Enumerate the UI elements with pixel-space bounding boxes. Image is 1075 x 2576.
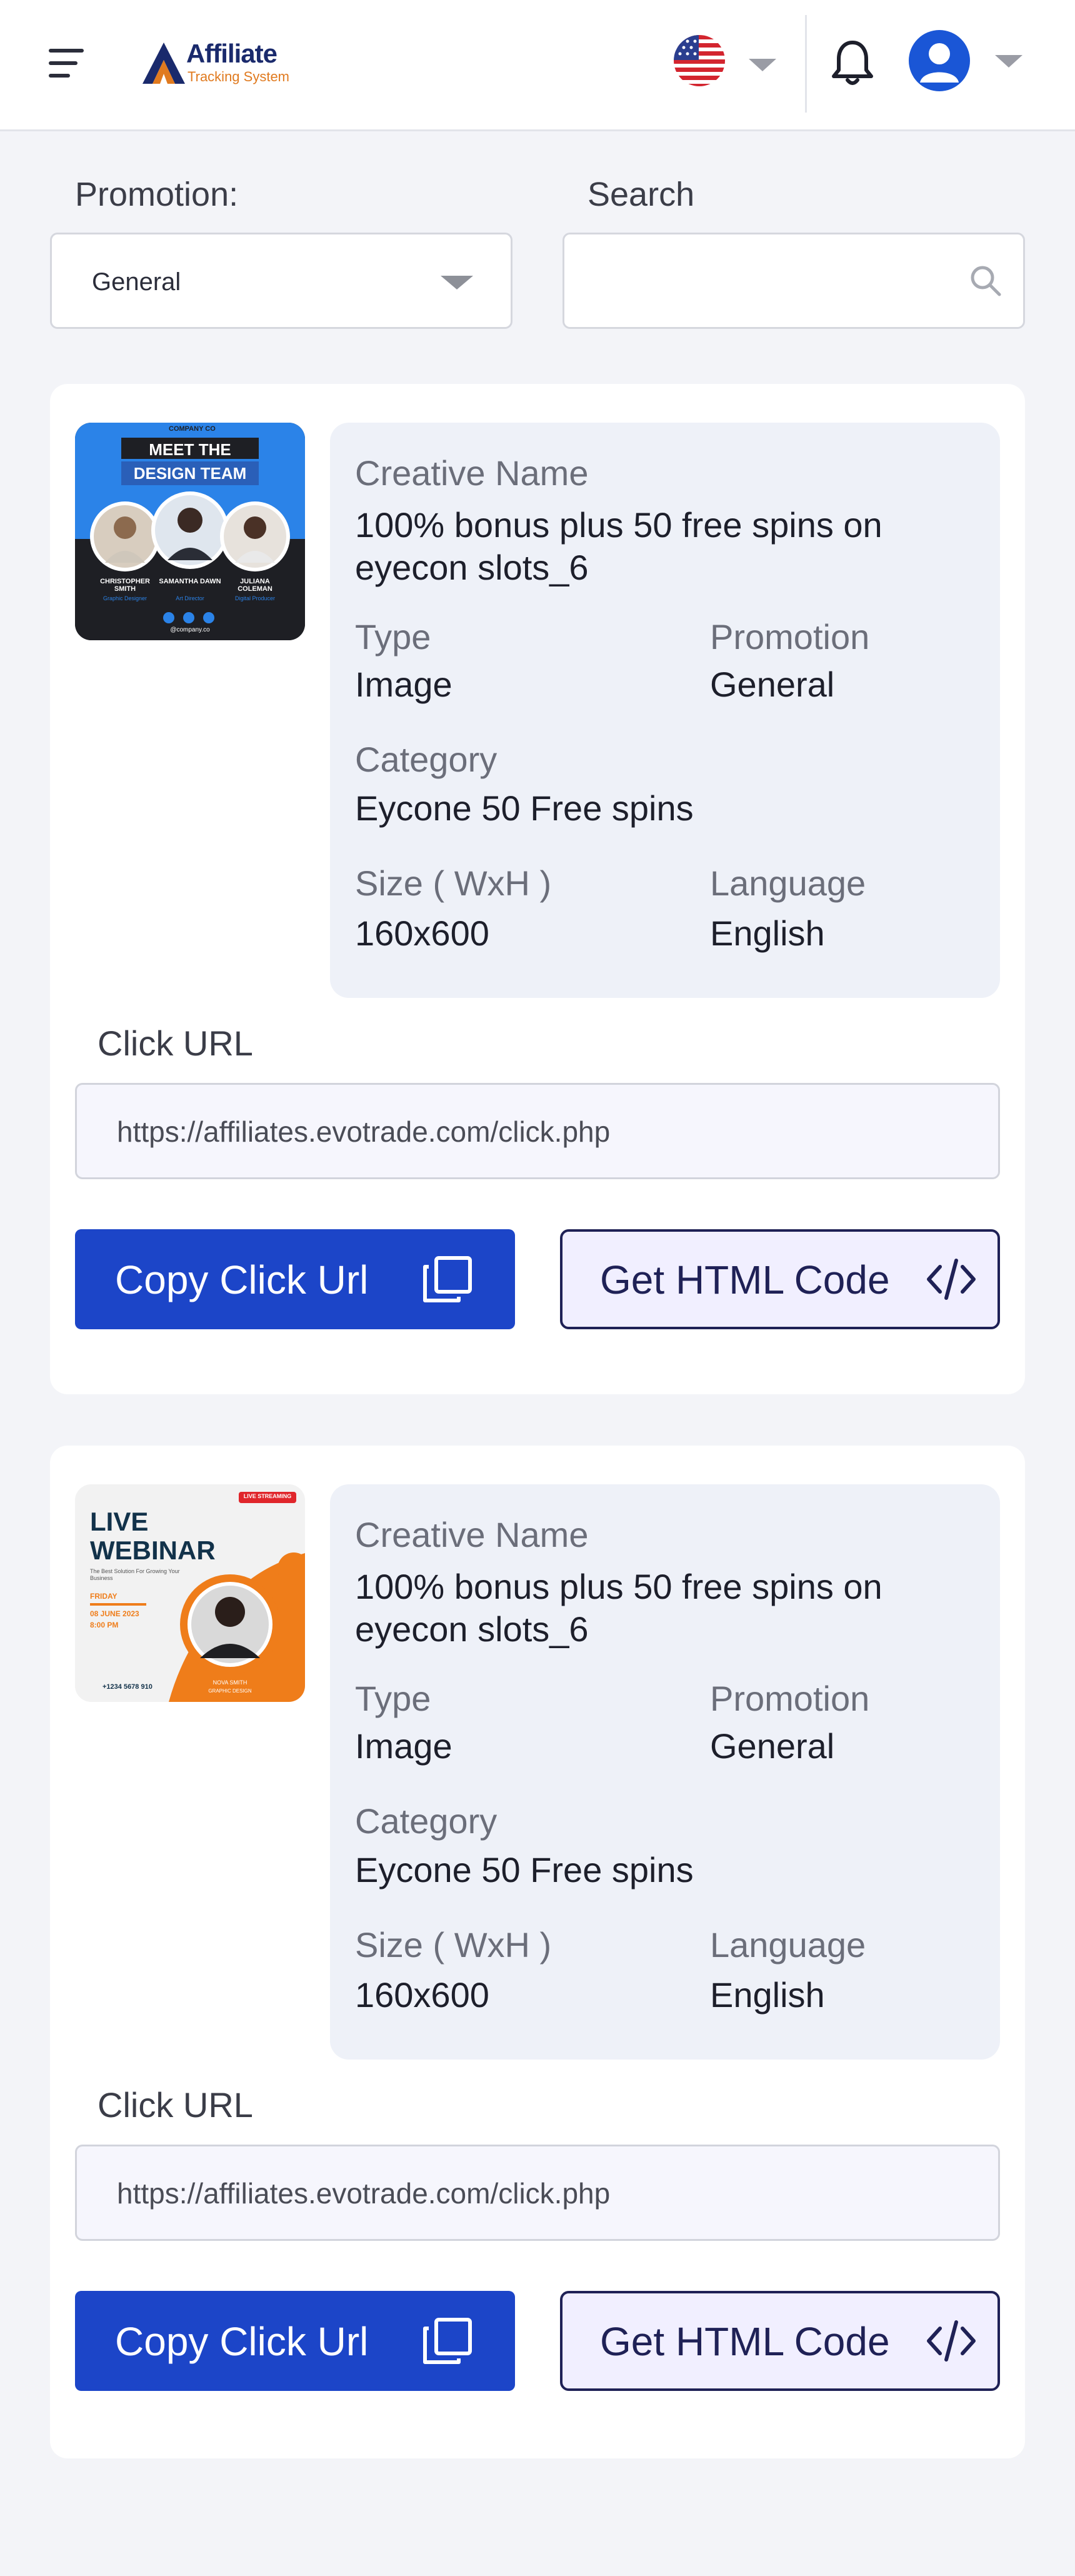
logo[interactable]: Affiliate Tracking System [141, 35, 291, 91]
divider [805, 15, 807, 113]
banner-badge: LIVE STREAMING [243, 1493, 292, 1499]
click-url-value: https://affiliates.evotrade.com/click.ph… [117, 1115, 611, 1148]
type-label: Type [355, 1679, 431, 1718]
creative-thumbnail[interactable]: COMPANY CO MEET THE DESIGN TEAM CHRISTOP… [75, 423, 305, 640]
creative-name-label: Creative Name [355, 453, 589, 493]
banner-day: FRIDAY [90, 1592, 118, 1601]
promotion-label: Promotion [710, 617, 870, 657]
user-menu-chevron-down-icon[interactable] [995, 55, 1022, 68]
copy-icon [423, 1256, 472, 1302]
promotion-value: General [710, 665, 835, 704]
language-chevron-down-icon[interactable] [749, 59, 776, 71]
category-label: Category [355, 740, 498, 779]
banner-company: COMPANY CO [169, 425, 216, 433]
get-html-code-button[interactable]: Get HTML Code [560, 2291, 1000, 2391]
size-label: Size ( WxH ) [355, 863, 552, 903]
creative-name: 100% bonus plus 50 free spins on eyecon … [355, 1567, 882, 1649]
bell-icon[interactable] [830, 38, 875, 88]
html-button-label: Get HTML Code [600, 2319, 890, 2364]
logo-title: Affiliate [186, 39, 278, 68]
promotion-select[interactable]: General [50, 233, 512, 329]
type-value: Image [355, 665, 452, 704]
copy-icon [423, 2318, 472, 2364]
promotion-label: Promotion: [75, 176, 239, 213]
banner-person-role: Digital Producer [234, 595, 276, 601]
banner-person-role: Graphic Designer [102, 595, 148, 601]
promotion-select-value: General [92, 268, 181, 296]
search-icon [971, 266, 1001, 296]
language-value: English [710, 913, 825, 953]
banner-speaker-name: NOVA SMITH [212, 1679, 248, 1686]
creative-thumbnail[interactable]: LIVE STREAMING LIVE WEBINAR The Best Sol… [75, 1484, 305, 1702]
creative-card: COMPANY CO MEET THE DESIGN TEAM CHRISTOP… [50, 384, 1025, 1394]
creative-card: LIVE STREAMING LIVE WEBINAR The Best Sol… [50, 1446, 1025, 2458]
get-html-code-button[interactable]: Get HTML Code [560, 1229, 1000, 1329]
click-url-label: Click URL [98, 1024, 253, 1063]
click-url-field[interactable]: https://affiliates.evotrade.com/click.ph… [75, 2145, 1000, 2241]
size-value: 160x600 [355, 1975, 489, 2015]
banner-person-role: Art Director [176, 595, 204, 601]
size-label: Size ( WxH ) [355, 1925, 552, 1965]
banner-speaker-role: GRAPHIC DESIGN [208, 1688, 252, 1694]
language-label: Language [710, 863, 866, 903]
logo-subtitle: Tracking System [188, 69, 290, 84]
size-value: 160x600 [355, 913, 489, 953]
category-label: Category [355, 1801, 498, 1841]
click-url-value: https://affiliates.evotrade.com/click.ph… [117, 2177, 611, 2210]
user-avatar-icon[interactable] [909, 30, 970, 91]
us-flag-icon[interactable] [674, 35, 725, 86]
html-button-label: Get HTML Code [600, 1257, 890, 1302]
search-label: Search [588, 176, 695, 213]
category-value: Eycone 50 Free spins [355, 788, 694, 828]
banner-title-2: WEBINAR [90, 1536, 216, 1565]
copy-click-url-button[interactable]: Copy Click Url [75, 1229, 515, 1329]
banner-tagline: The Best Solution For Growing Your Busin… [90, 1568, 180, 1581]
banner-heading-1: MEET THE [149, 440, 231, 459]
category-value: Eycone 50 Free spins [355, 1850, 694, 1889]
banner-person-name: CHRISTOPHER SMITH [100, 578, 150, 593]
click-url-field[interactable]: https://affiliates.evotrade.com/click.ph… [75, 1083, 1000, 1179]
click-url-label: Click URL [98, 2085, 253, 2125]
language-label: Language [710, 1925, 866, 1965]
copy-button-label: Copy Click Url [115, 1257, 369, 1302]
banner-time: 8:00 PM [90, 1621, 119, 1629]
banner-title-1: LIVE [90, 1507, 149, 1536]
chevron-down-icon [441, 276, 473, 289]
creative-details: Creative Name 100% bonus plus 50 free sp… [330, 423, 1000, 998]
type-label: Type [355, 617, 431, 657]
banner-phone: +1234 5678 910 [102, 1683, 152, 1691]
banner-person-name: SAMANTHA DAWN [159, 578, 221, 585]
banner-heading-2: DESIGN TEAM [133, 464, 247, 483]
banner-handle: @company.co [170, 626, 210, 633]
promotion-label: Promotion [710, 1679, 870, 1718]
copy-click-url-button[interactable]: Copy Click Url [75, 2291, 515, 2391]
code-icon [927, 2320, 976, 2362]
language-value: English [710, 1975, 825, 2015]
type-value: Image [355, 1726, 452, 1766]
hamburger-icon[interactable] [49, 46, 86, 80]
creative-details: Creative Name 100% bonus plus 50 free sp… [330, 1484, 1000, 2060]
banner-date: 08 JUNE 2023 [90, 1609, 139, 1618]
promotion-value: General [710, 1726, 835, 1766]
banner-person-name: JULIANA COLEMAN [238, 578, 272, 593]
creative-name: 100% bonus plus 50 free spins on eyecon … [355, 505, 882, 587]
code-icon [927, 1259, 976, 1300]
creative-name-label: Creative Name [355, 1515, 589, 1554]
search-input[interactable] [562, 233, 1025, 329]
copy-button-label: Copy Click Url [115, 2319, 369, 2364]
top-bar: Affiliate Tracking System [0, 0, 1075, 131]
